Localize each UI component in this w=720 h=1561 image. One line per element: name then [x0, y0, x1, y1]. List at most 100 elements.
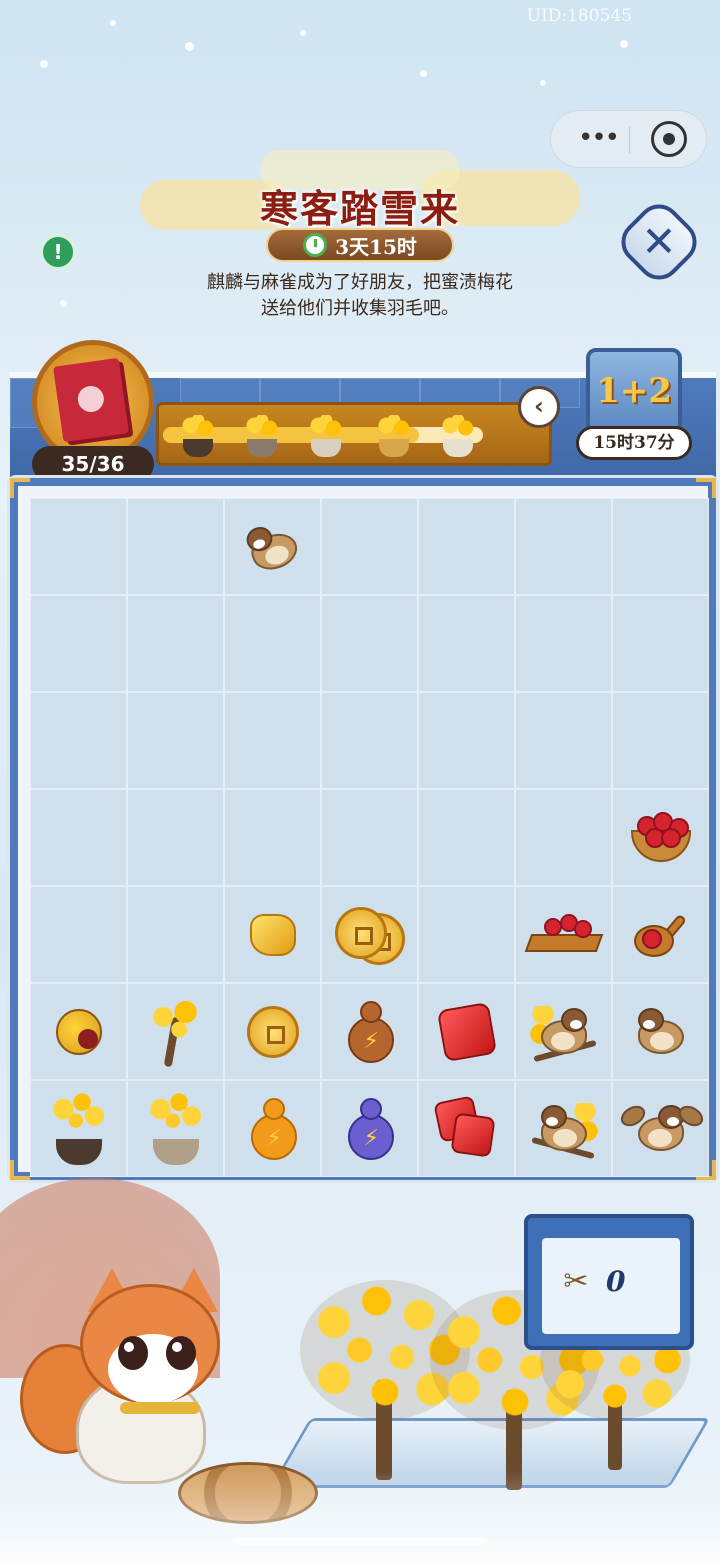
milestone-vase-plum-icon[interactable] — [239, 413, 285, 459]
rose-icon — [660, 827, 681, 848]
board-cell[interactable] — [515, 595, 612, 692]
rose-tray-icon[interactable] — [524, 912, 603, 958]
plum-blossom-icon — [243, 415, 281, 441]
copper-coin-icon[interactable] — [246, 1005, 299, 1058]
collection-medal[interactable]: 35/36 — [22, 336, 164, 486]
board-cell[interactable] — [612, 692, 709, 789]
event-description-line: 麒麟与麻雀成为了好朋友，把蜜渍梅花 — [207, 272, 513, 293]
info-button[interactable]: ! — [40, 234, 76, 270]
vase-plum-icon[interactable] — [141, 1092, 211, 1165]
milestone-lantern-plum-icon[interactable] — [371, 413, 417, 459]
coin-stack-icon[interactable] — [334, 906, 405, 965]
gourd-top — [262, 1097, 285, 1120]
board-cell[interactable] — [321, 498, 418, 595]
plum-bud-icon[interactable] — [55, 1008, 102, 1055]
board-cell[interactable] — [418, 692, 515, 789]
red-gem-icon[interactable] — [436, 1001, 497, 1062]
board-cell[interactable]: ⚡ — [321, 983, 418, 1080]
milestone-potted-plum-icon[interactable] — [175, 413, 221, 459]
board-cell[interactable] — [321, 886, 418, 983]
home-indicator[interactable] — [232, 1537, 488, 1545]
board-cell[interactable] — [418, 886, 515, 983]
board-cell[interactable] — [515, 498, 612, 595]
snowflake — [60, 300, 67, 307]
board-cell[interactable] — [515, 983, 612, 1080]
snowflake — [185, 42, 194, 51]
board-cell[interactable] — [515, 789, 612, 886]
sparrow-icon[interactable] — [626, 1002, 696, 1062]
board-cell[interactable] — [224, 595, 321, 692]
board-cell[interactable] — [515, 692, 612, 789]
exit-miniprogram-icon[interactable] — [651, 121, 687, 157]
board-cell[interactable] — [224, 498, 321, 595]
board-cell[interactable]: ⚡ — [224, 1080, 321, 1177]
board-cell[interactable] — [224, 983, 321, 1080]
board-cell[interactable] — [612, 789, 709, 886]
red-gem-icon — [449, 1111, 496, 1158]
board-cell[interactable] — [515, 886, 612, 983]
board-cell[interactable] — [127, 789, 224, 886]
vase-icon — [311, 439, 341, 457]
potted-plum-icon[interactable] — [44, 1092, 114, 1165]
red-envelope-icon — [53, 357, 129, 443]
board-cell[interactable]: ⚡ — [321, 1080, 418, 1177]
close-button[interactable]: ✕ — [612, 195, 706, 289]
sparrow-belly — [647, 1128, 672, 1147]
rose-bowl-icon[interactable] — [627, 810, 695, 866]
rose-scoop-icon[interactable] — [628, 907, 694, 963]
board-cell[interactable] — [418, 595, 515, 692]
sparrow-wings-spread-icon[interactable] — [616, 1099, 707, 1159]
sparrow-on-plum-branch-icon[interactable] — [528, 1002, 599, 1062]
board-cell[interactable] — [30, 983, 127, 1080]
gold-nugget-icon[interactable] — [249, 913, 296, 956]
shears-counter-sign[interactable]: ✂ 0 — [524, 1214, 694, 1350]
bonus-plaque[interactable]: 1+2 15时37分 — [576, 344, 692, 462]
board-cell[interactable] — [30, 498, 127, 595]
board-cell[interactable] — [612, 1080, 709, 1177]
board-cell[interactable] — [418, 983, 515, 1080]
bonus-frame: 1+2 — [586, 348, 682, 434]
board-cell[interactable] — [127, 886, 224, 983]
milestone-grand-bouquet-icon[interactable] — [435, 413, 481, 459]
milestone-bouquet-icon[interactable] — [303, 413, 349, 459]
sparrow-on-plum-perch-icon[interactable] — [529, 1099, 599, 1159]
board-cell[interactable] — [321, 789, 418, 886]
board-cell[interactable] — [30, 789, 127, 886]
sparrow-flying-snow-icon[interactable] — [229, 506, 315, 586]
orange-energy-gourd-icon[interactable]: ⚡ — [247, 1096, 299, 1162]
board-cell[interactable] — [224, 692, 321, 789]
plum-branch-icon[interactable] — [143, 996, 208, 1067]
red-gem-pair-icon[interactable] — [432, 1094, 497, 1159]
board-cell[interactable] — [321, 692, 418, 789]
board-cell[interactable] — [30, 1080, 127, 1177]
board-cell[interactable] — [127, 498, 224, 595]
purple-energy-gourd-icon[interactable]: ⚡ — [344, 1096, 396, 1162]
vase-icon — [443, 439, 473, 457]
golden-vase-icon — [379, 439, 409, 457]
board-cell[interactable] — [612, 595, 709, 692]
board-cell[interactable] — [321, 595, 418, 692]
board-cell[interactable] — [612, 983, 709, 1080]
board-cell[interactable] — [612, 498, 709, 595]
brown-energy-gourd-icon[interactable]: ⚡ — [344, 999, 396, 1065]
capsule-divider — [629, 127, 630, 153]
board-cell[interactable] — [418, 1080, 515, 1177]
board-cell[interactable] — [612, 886, 709, 983]
board-cell[interactable] — [127, 1080, 224, 1177]
board-corner-ornament — [10, 1160, 30, 1180]
collapse-button[interactable]: ‹ — [518, 386, 560, 428]
board-cell[interactable] — [418, 498, 515, 595]
board-cell[interactable] — [127, 692, 224, 789]
sparrow-head — [560, 1007, 587, 1032]
board-cell[interactable] — [30, 595, 127, 692]
board-cell[interactable] — [515, 1080, 612, 1177]
board-cell[interactable] — [224, 886, 321, 983]
board-cell[interactable] — [127, 983, 224, 1080]
board-cell[interactable] — [418, 789, 515, 886]
more-menu-icon[interactable]: ••• — [573, 121, 623, 157]
sparrow-head — [637, 1007, 664, 1032]
board-cell[interactable] — [127, 595, 224, 692]
board-cell[interactable] — [30, 692, 127, 789]
board-cell[interactable] — [224, 789, 321, 886]
board-cell[interactable] — [30, 886, 127, 983]
